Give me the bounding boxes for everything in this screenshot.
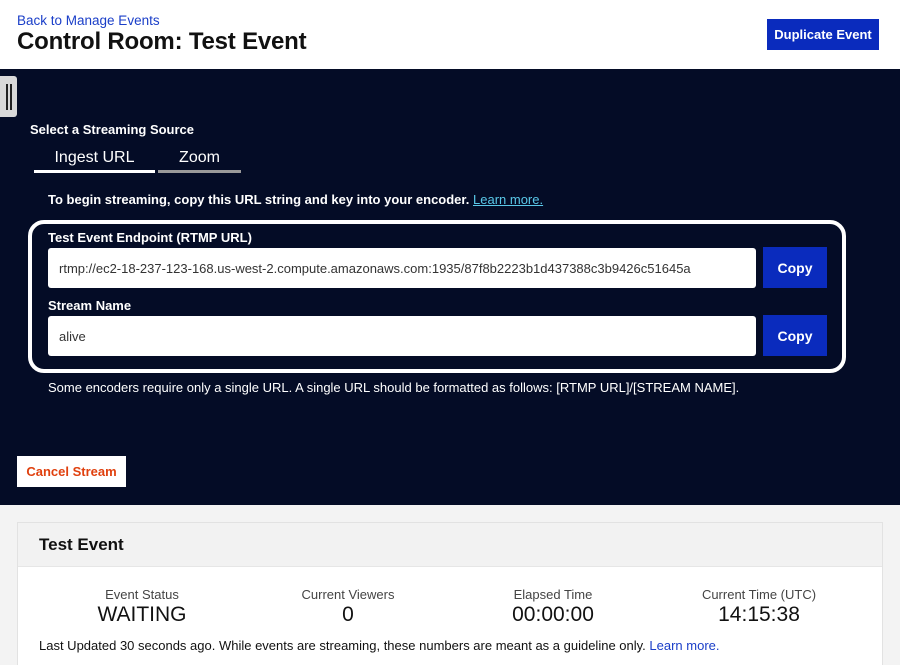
tab-zoom[interactable]: Zoom (158, 146, 241, 173)
event-summary-card: Test Event Event Status WAITING Current … (17, 522, 883, 665)
stat-current-viewers: Current Viewers 0 (243, 587, 453, 627)
stat-value: WAITING (97, 603, 187, 626)
stat-elapsed-time: Elapsed Time 00:00:00 (448, 587, 658, 627)
control-panel: Select a Streaming Source Ingest URL Zoo… (0, 69, 900, 505)
last-updated-text: Last Updated 30 seconds ago. While event… (39, 638, 646, 653)
event-title: Test Event (39, 535, 124, 554)
stream-name-label: Stream Name (48, 298, 132, 313)
cancel-stream-button[interactable]: Cancel Stream (17, 456, 126, 487)
stat-value: 0 (342, 603, 354, 626)
endpoint-label: Test Event Endpoint (RTMP URL) (48, 230, 252, 245)
stat-label: Event Status (105, 587, 179, 602)
stream-name-field[interactable] (48, 316, 756, 356)
copy-endpoint-button[interactable]: Copy (763, 247, 827, 288)
stats-learn-more-link[interactable]: Learn more. (649, 638, 719, 653)
stat-current-time: Current Time (UTC) 14:15:38 (654, 587, 864, 627)
streaming-source-label: Select a Streaming Source (30, 122, 195, 137)
streaming-instructions: To begin streaming, copy this URL string… (48, 192, 543, 207)
page-title: Control Room: Test Event (17, 28, 307, 55)
learn-more-link[interactable]: Learn more. (473, 192, 543, 207)
stat-event-status: Event Status WAITING (37, 587, 247, 627)
event-card-header: Test Event (18, 523, 882, 567)
drawer-toggle-handle[interactable] (0, 76, 17, 117)
last-updated-note: Last Updated 30 seconds ago. While event… (39, 638, 720, 653)
instructions-text: To begin streaming, copy this URL string… (48, 192, 470, 207)
stat-label: Elapsed Time (513, 587, 593, 602)
stat-label: Current Time (UTC) (701, 587, 817, 602)
back-to-manage-events-link[interactable]: Back to Manage Events (17, 13, 160, 28)
stat-label: Current Viewers (301, 587, 395, 602)
page-header: Back to Manage Events Control Room: Test… (0, 0, 900, 69)
copy-stream-name-button[interactable]: Copy (763, 315, 827, 356)
endpoint-url-field[interactable] (48, 248, 756, 288)
tab-ingest-url[interactable]: Ingest URL (34, 146, 155, 173)
stat-value: 00:00:00 (512, 603, 594, 626)
stat-value: 14:15:38 (718, 603, 800, 626)
duplicate-event-button[interactable]: Duplicate Event (767, 19, 879, 50)
drag-handle-icon (5, 83, 12, 110)
single-url-note: Some encoders require only a single URL.… (48, 380, 740, 395)
